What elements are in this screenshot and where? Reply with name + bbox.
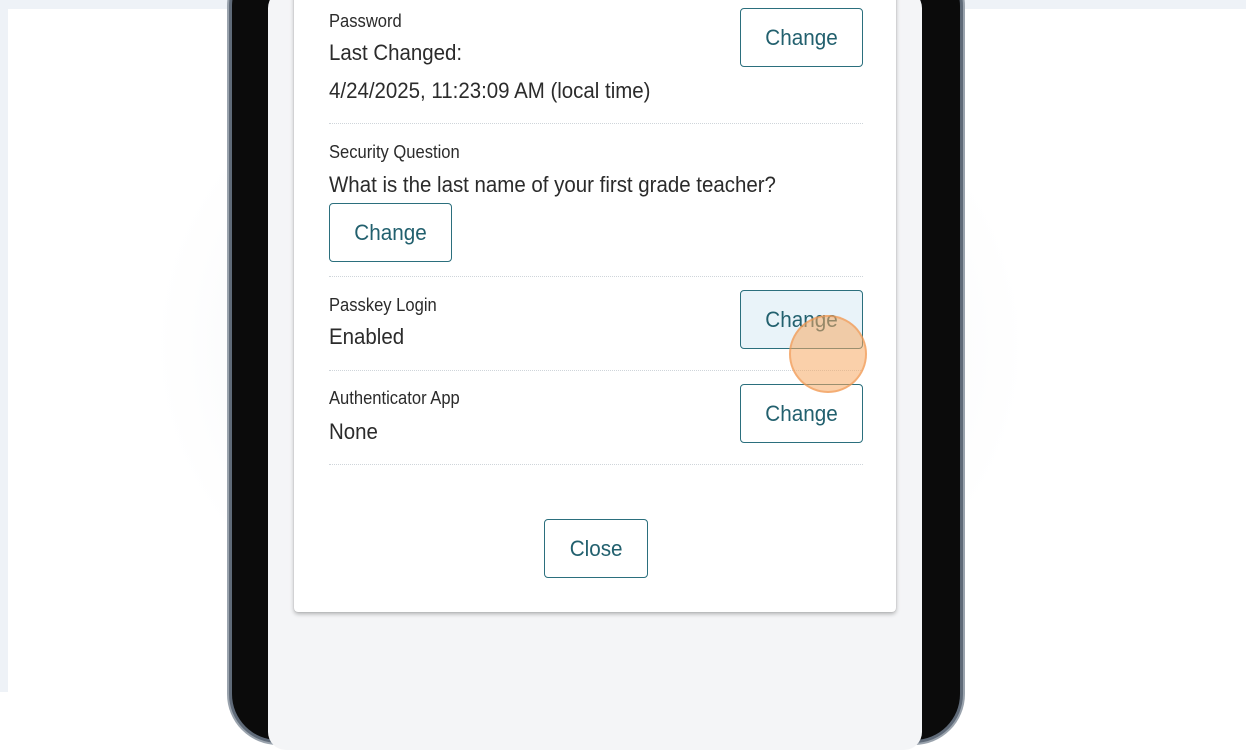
change-security-question-button[interactable]: Change [329,203,452,262]
security-question-label: Security Question [329,142,460,162]
divider [329,276,863,277]
password-label: Password [329,11,402,31]
change-authenticator-button[interactable]: Change [740,384,863,443]
divider [329,464,863,465]
password-last-changed-label: Last Changed: [329,40,463,65]
click-indicator [789,315,867,393]
passkey-login-label: Passkey Login [329,295,437,315]
password-last-changed-value: 4/24/2025, 11:23:09 AM (local time) [329,78,651,103]
left-edge [0,0,8,692]
authenticator-app-value: None [329,419,378,444]
security-question-value: What is the last name of your first grad… [329,172,776,197]
close-button[interactable]: Close [544,519,648,578]
change-password-button[interactable]: Change [740,8,863,67]
divider [329,123,863,124]
authenticator-app-label: Authenticator App [329,388,460,408]
passkey-login-value: Enabled [329,324,405,349]
divider [329,370,863,371]
